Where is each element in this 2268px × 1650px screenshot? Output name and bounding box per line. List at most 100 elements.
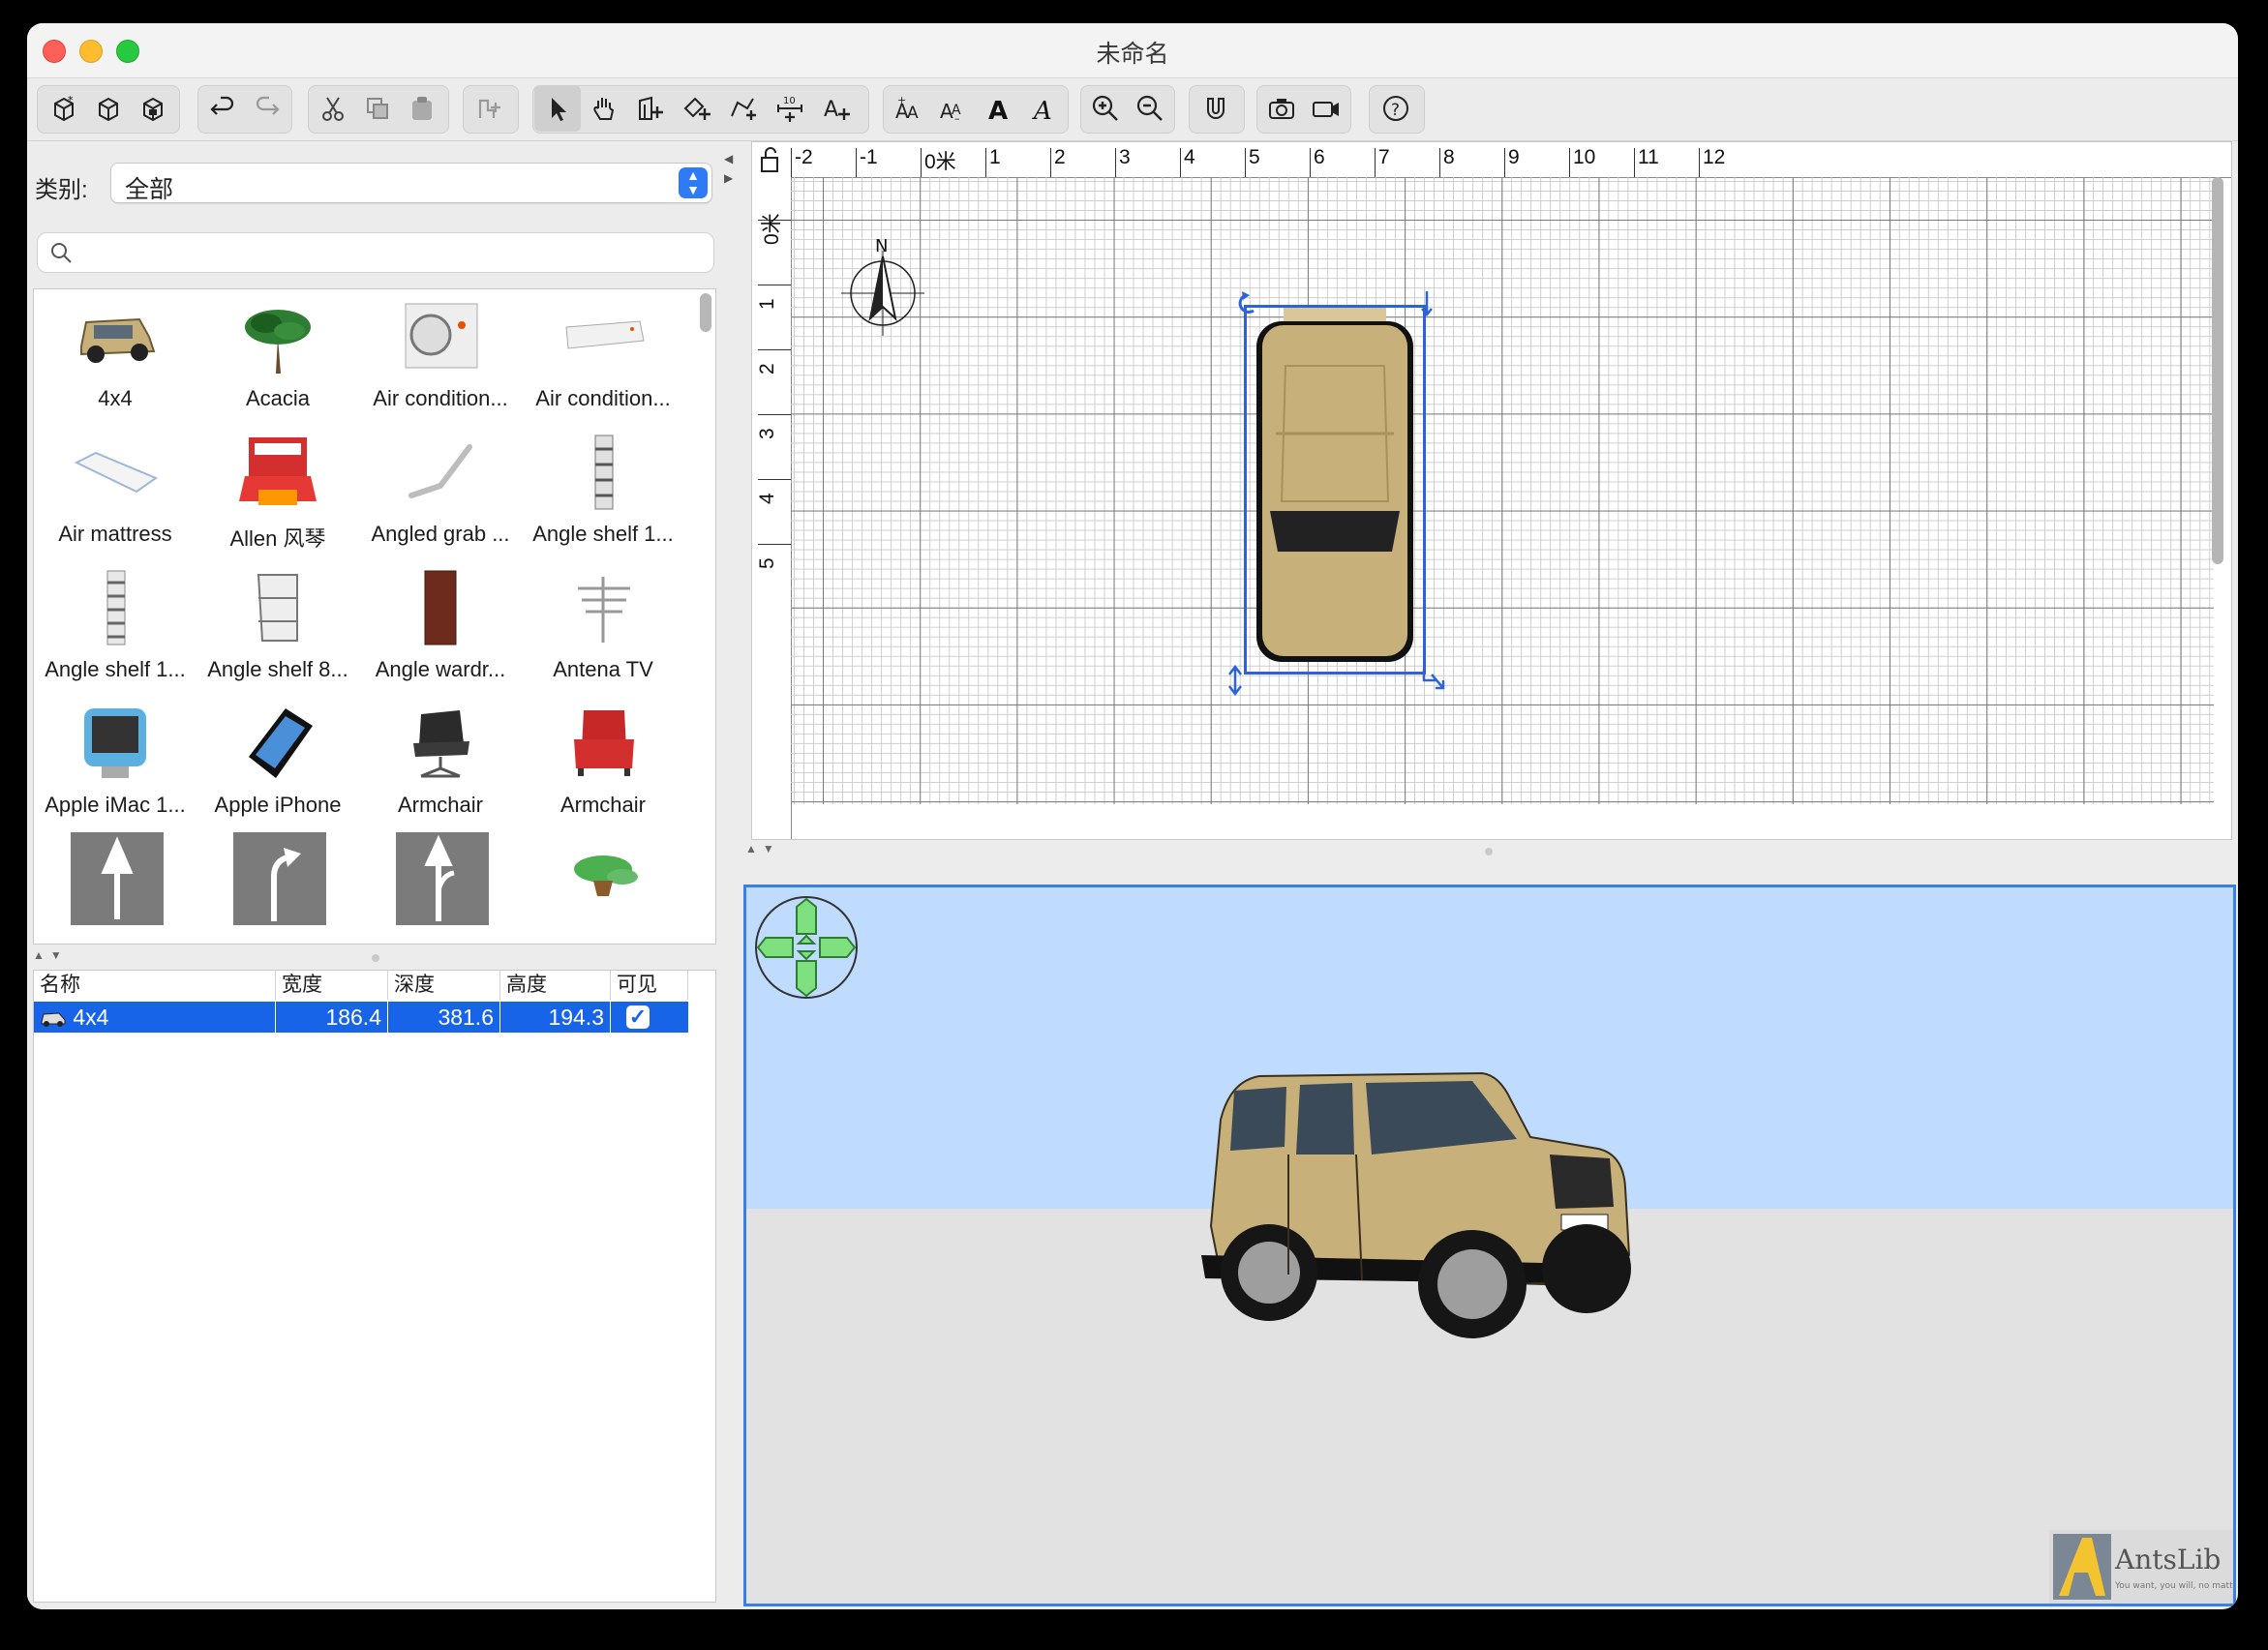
selected-car-piece[interactable] — [1244, 305, 1426, 675]
catalog-item[interactable] — [522, 831, 684, 944]
create-video-icon[interactable] — [1303, 85, 1349, 132]
save-home-icon[interactable] — [130, 85, 176, 132]
zoom-in-icon[interactable] — [1082, 85, 1129, 132]
pan-mode-icon[interactable] — [581, 85, 627, 132]
ruler-x-tick — [1569, 148, 1570, 177]
catalog-item-label: Angled grab ... — [371, 522, 510, 546]
cut-icon[interactable] — [310, 85, 356, 132]
collapse-arrows-icon[interactable]: ▲▼ — [33, 948, 68, 962]
category-select[interactable]: 全部 ▲ ▼ — [110, 163, 712, 203]
ruler-x-tick — [921, 148, 922, 177]
iphone-icon — [226, 702, 330, 785]
catalog-item[interactable]: Antena TV — [522, 560, 684, 696]
air-conditioner-outdoor-icon — [388, 295, 493, 378]
furniture-table: 名称 宽度 深度 高度 可见 4x4 186.4 381.6 194.3 ✓ — [33, 970, 716, 1603]
catalog-item[interactable]: Apple iPhone — [197, 696, 359, 831]
splitter-handle[interactable] — [372, 954, 379, 962]
catalog-item[interactable]: Air mattress — [34, 425, 197, 560]
new-home-icon[interactable]: * — [41, 85, 87, 132]
tv-antenna-icon — [551, 566, 655, 649]
height-handle-icon[interactable] — [1226, 665, 1244, 696]
resize-handle-icon[interactable] — [1420, 665, 1449, 694]
plan-view[interactable]: -2 -1 0米 1 2 3 4 5 6 7 8 9 10 11 12 0米 1 2 3 4 5 N — [751, 141, 2232, 840]
increase-text-size-icon[interactable]: A A + — [885, 85, 931, 132]
create-walls-icon[interactable] — [627, 85, 674, 132]
navigation-arrows-icon[interactable] — [754, 895, 859, 1000]
italic-text-icon[interactable]: A — [1018, 85, 1065, 132]
catalog-item[interactable]: Armchair — [359, 696, 522, 831]
column-header-visible[interactable]: 可见 — [611, 971, 688, 1000]
expand-arrows-icon[interactable]: ◀ ▶ — [724, 149, 733, 188]
redo-icon[interactable] — [244, 85, 290, 132]
catalog-item[interactable]: Allen 风琴 — [197, 425, 359, 560]
lock-icon[interactable] — [756, 146, 785, 175]
catalog-item-label: Air mattress — [58, 522, 172, 546]
car-icon — [41, 1012, 66, 1027]
ruler-x-tick — [1504, 148, 1505, 177]
3d-view[interactable]: AntsLib You want, you will, no matter wh… — [743, 885, 2236, 1606]
catalog-item[interactable]: Angle shelf 1... — [34, 560, 197, 696]
create-rooms-icon[interactable] — [674, 85, 720, 132]
catalog-item-label: Armchair — [559, 793, 646, 817]
plan-vertical-scrollbar[interactable] — [2212, 177, 2223, 564]
select-mode-icon[interactable] — [534, 85, 581, 132]
ruler-x-label: -1 — [860, 146, 878, 168]
column-header-height[interactable]: 高度 — [500, 971, 611, 1000]
catalog-item[interactable] — [197, 831, 359, 944]
category-label: 类别: — [35, 177, 88, 203]
catalog-item[interactable] — [359, 831, 522, 944]
catalog-item[interactable]: Angle wardr... — [359, 560, 522, 696]
table-row[interactable]: 4x4 186.4 381.6 194.3 ✓ — [34, 1002, 688, 1033]
bold-text-icon[interactable]: A — [974, 85, 1020, 132]
elevation-handle-icon[interactable] — [1420, 287, 1434, 316]
rotate-handle-icon[interactable] — [1232, 291, 1257, 316]
create-photo-icon[interactable] — [1258, 85, 1305, 132]
ruler-y-tick — [758, 479, 791, 480]
add-furniture-icon[interactable] — [467, 85, 513, 132]
create-labels-icon[interactable]: A — [813, 85, 860, 132]
toolbar: * 10 A A A + A A – A A ? — [27, 78, 2238, 141]
copy-icon[interactable] — [354, 85, 401, 132]
catalog-item[interactable]: Air condition... — [522, 289, 684, 425]
plan-splitter-handle[interactable] — [1485, 848, 1493, 855]
svg-text:A: A — [907, 104, 919, 123]
zoom-out-icon[interactable] — [1127, 85, 1173, 132]
arrow-straight-right-icon — [388, 832, 493, 925]
catalog-item[interactable]: Acacia — [197, 289, 359, 425]
catalog-item[interactable]: Angled grab ... — [359, 425, 522, 560]
catalog-item[interactable]: Armchair — [522, 696, 684, 831]
open-home-icon[interactable] — [85, 85, 132, 132]
compass-icon[interactable]: N — [832, 235, 934, 338]
catalog-item[interactable]: Angle shelf 8... — [197, 560, 359, 696]
catalog-item[interactable]: 4x4 — [34, 289, 197, 425]
svg-text:A: A — [824, 98, 838, 122]
catalog-item[interactable] — [34, 831, 197, 944]
tree-icon — [226, 295, 330, 378]
decrease-text-size-icon[interactable]: A A – — [929, 85, 976, 132]
ruler-x-label: 12 — [1703, 146, 1726, 168]
column-header-name[interactable]: 名称 — [34, 971, 276, 1000]
magnetism-icon[interactable] — [1193, 85, 1239, 132]
help-icon[interactable]: ? — [1373, 85, 1419, 132]
row-width: 186.4 — [276, 1002, 388, 1033]
catalog-item-label: Air condition... — [535, 386, 671, 410]
catalog-item-label: Angle shelf 1... — [532, 522, 674, 546]
catalog-item[interactable]: Angle shelf 1... — [522, 425, 684, 560]
catalog-item[interactable]: Apple iMac 1... — [34, 696, 197, 831]
column-header-depth[interactable]: 深度 — [388, 971, 500, 1000]
create-polylines-icon[interactable] — [720, 85, 767, 132]
search-input[interactable] — [37, 232, 714, 273]
catalog-item[interactable]: Air condition... — [359, 289, 522, 425]
catalog-item-label: Angle shelf 1... — [45, 657, 186, 681]
create-dimensions-icon[interactable]: 10 — [767, 85, 813, 132]
svg-text:?: ? — [1391, 101, 1400, 120]
svg-text:10: 10 — [783, 96, 796, 106]
column-header-width[interactable]: 宽度 — [276, 971, 388, 1000]
catalog-item-label: 4x4 — [98, 386, 133, 410]
visible-checkbox[interactable]: ✓ — [626, 1005, 650, 1029]
arrow-right-turn-icon — [226, 832, 330, 925]
catalog-scrollbar[interactable] — [700, 293, 711, 332]
plan-collapse-arrows-icon[interactable]: ▲▼ — [745, 842, 780, 855]
undo-icon[interactable] — [199, 85, 246, 132]
paste-icon[interactable] — [399, 85, 445, 132]
